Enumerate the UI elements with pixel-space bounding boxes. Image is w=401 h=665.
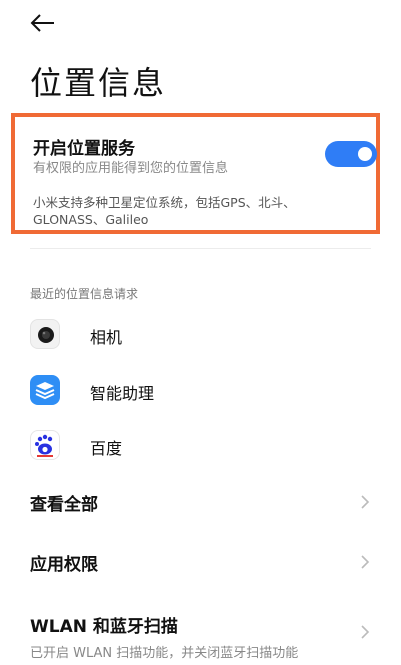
app-name: 智能助理	[90, 384, 155, 403]
location-service-title: 开启位置服务	[33, 139, 135, 159]
view-all-row[interactable]: 查看全部	[30, 490, 370, 515]
chevron-right-icon	[361, 625, 370, 639]
camera-icon	[30, 319, 60, 349]
divider	[30, 248, 371, 249]
wlan-bluetooth-scan-subtitle: 已开启 WLAN 扫描功能，并关闭蓝牙扫描功能	[30, 646, 299, 661]
app-name: 百度	[90, 439, 123, 458]
toggle-knob	[358, 147, 372, 161]
satellite-systems-note: 小米支持多种卫星定位系统，包括GPS、北斗、GLONASS、Galileo	[33, 195, 296, 227]
back-button[interactable]	[28, 10, 58, 36]
app-name: 相机	[90, 328, 123, 347]
location-service-toggle[interactable]	[325, 141, 377, 167]
app-permissions-label: 应用权限	[30, 555, 98, 575]
recent-app-smart-assistant[interactable]: 智能助理	[30, 373, 370, 409]
wlan-bluetooth-scan-row[interactable]: WLAN 和蓝牙扫描 已开启 WLAN 扫描功能，并关闭蓝牙扫描功能	[30, 612, 370, 661]
page-title: 位置信息	[30, 64, 167, 102]
recent-app-baidu[interactable]: 百度	[30, 428, 370, 464]
chevron-right-icon	[361, 555, 370, 569]
location-service-card[interactable]: 开启位置服务 有权限的应用能得到您的位置信息 小米支持多种卫星定位系统，包括GP…	[11, 113, 380, 234]
wlan-bluetooth-scan-title: WLAN 和蓝牙扫描	[30, 617, 178, 637]
arrow-left-icon	[30, 14, 54, 32]
location-service-subtitle: 有权限的应用能得到您的位置信息	[33, 161, 229, 176]
view-all-label: 查看全部	[30, 495, 98, 515]
smart-assistant-icon	[30, 375, 60, 405]
chevron-right-icon	[361, 495, 370, 509]
app-permissions-row[interactable]: 应用权限	[30, 550, 370, 575]
recent-requests-label: 最近的位置信息请求	[30, 287, 139, 301]
baidu-icon	[30, 430, 60, 460]
recent-app-camera[interactable]: 相机	[30, 317, 370, 353]
